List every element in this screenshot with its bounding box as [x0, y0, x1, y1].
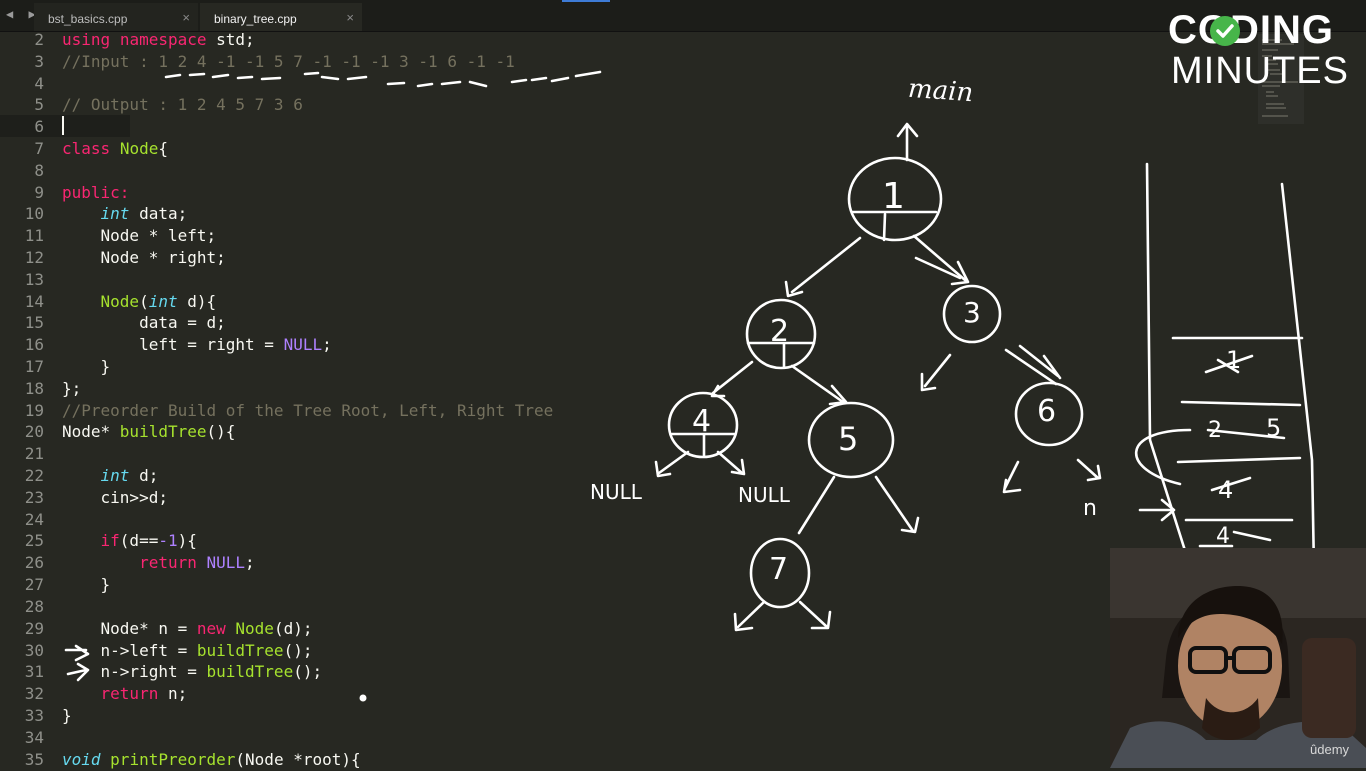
coding-minutes-logo: CODING MINUTES	[1168, 8, 1358, 92]
margin-arrow-left	[64, 644, 90, 662]
node-6-label: 6	[1037, 394, 1057, 429]
node-3-label: 3	[963, 296, 981, 329]
instructor-webcam	[1110, 548, 1366, 768]
udemy-watermark: ûdemy	[1310, 742, 1350, 757]
node-2-label: 2	[770, 314, 790, 349]
pointer-dot	[359, 694, 367, 702]
stack-frame-label: 1	[1226, 346, 1242, 374]
main-arrow	[896, 122, 919, 162]
node-7-label: 7	[769, 552, 789, 587]
logo-line-2: MINUTES	[1171, 50, 1349, 92]
checkmark-icon	[1210, 16, 1240, 46]
logo-line-1: CODING	[1168, 8, 1334, 52]
null-label-left: NULL	[590, 480, 642, 504]
n-label: n	[1083, 496, 1097, 521]
stack-frame-label: 4	[1218, 476, 1234, 504]
null-label-right: NULL	[738, 483, 790, 507]
main-label: main	[907, 73, 975, 109]
stack-frame-label: 5	[1266, 414, 1282, 442]
stack-frame-label: 2	[1208, 418, 1222, 443]
margin-arrow-right	[66, 662, 90, 682]
node-4-label: 4	[692, 404, 712, 439]
node-5-label: 5	[838, 420, 859, 458]
stack-frame-label: 4	[1216, 524, 1230, 549]
input-underline-dashes	[164, 70, 602, 88]
node-1-label: 1	[882, 176, 905, 217]
